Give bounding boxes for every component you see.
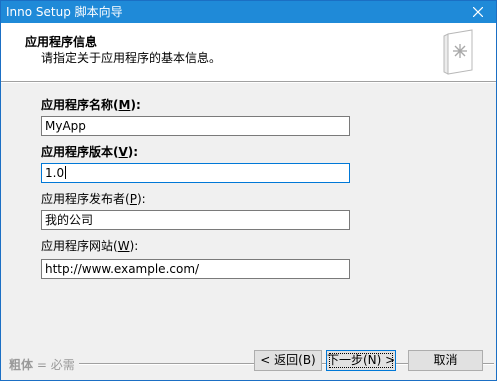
app-version-input[interactable]: 1.0 <box>41 163 350 183</box>
next-button[interactable]: 下一步(N) > <box>326 350 396 371</box>
app-website-label: 应用程序网站(W): <box>41 239 139 253</box>
close-button[interactable] <box>464 1 492 23</box>
title-bar[interactable]: Inno Setup 脚本向导 <box>1 1 496 23</box>
cancel-button[interactable]: 取消 <box>408 350 483 371</box>
page-header: 应用程序信息 请指定关于应用程序的基本信息。 <box>1 23 496 81</box>
app-name-input[interactable]: MyApp <box>41 116 350 136</box>
page-subtitle: 请指定关于应用程序的基本信息。 <box>41 51 222 65</box>
app-version-label: 应用程序版本(V): <box>41 145 139 159</box>
app-publisher-input[interactable]: 我的公司 <box>41 210 350 230</box>
close-icon <box>473 7 483 17</box>
page-title: 应用程序信息 <box>25 35 98 49</box>
required-legend: 粗体 = 必需 <box>9 358 75 372</box>
back-button[interactable]: < 返回(B) <box>254 350 322 371</box>
window-title: Inno Setup 脚本向导 <box>6 5 123 19</box>
app-publisher-label: 应用程序发布者(P): <box>41 192 146 206</box>
text-caret <box>65 166 67 179</box>
app-version-value: 1.0 <box>45 166 65 180</box>
wizard-page-icon <box>443 29 473 75</box>
app-name-label: 应用程序名称(M): <box>41 98 141 112</box>
wizard-window: Inno Setup 脚本向导 应用程序信息 请指定关于应用程序的基本信息。 应… <box>0 0 497 381</box>
app-website-input[interactable]: http://www.example.com/ <box>41 259 350 279</box>
